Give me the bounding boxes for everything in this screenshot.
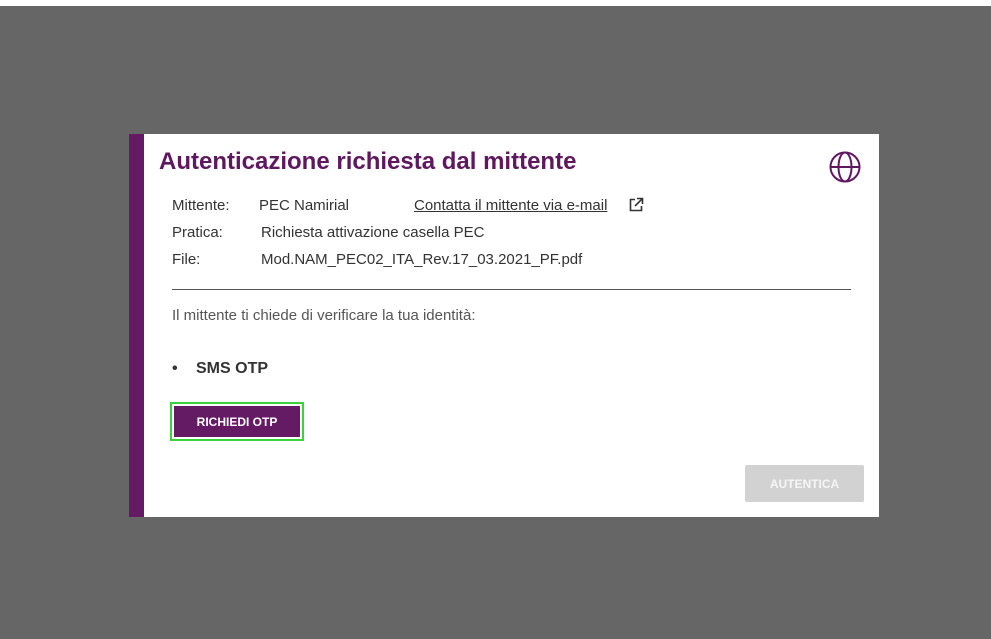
request-otp-button[interactable]: RICHIEDI OTP — [170, 402, 304, 441]
file-value: Mod.NAM_PEC02_ITA_Rev.17_03.2021_PF.pdf — [261, 251, 583, 268]
contact-sender-link[interactable]: Contatta il mittente via e-mail — [414, 197, 607, 214]
globe-icon[interactable] — [828, 150, 862, 184]
authentication-dialog: Autenticazione richiesta dal mittente Mi… — [129, 134, 879, 517]
sender-value: PEC Namirial — [259, 197, 350, 214]
sender-label: Mittente: — [172, 197, 230, 214]
external-link-icon[interactable] — [628, 197, 644, 213]
dialog-accent-bar — [129, 134, 144, 517]
practice-value: Richiesta attivazione casella PEC — [261, 224, 485, 241]
bullet: • — [172, 360, 178, 377]
request-otp-label: RICHIEDI OTP — [174, 406, 300, 437]
verification-prompt: Il mittente ti chiede di verificare la t… — [172, 307, 476, 324]
practice-label: Pratica: — [172, 224, 223, 241]
auth-method-item: • SMS OTP — [172, 360, 268, 378]
divider — [172, 289, 851, 290]
dialog-title: Autenticazione richiesta dal mittente — [159, 148, 577, 175]
file-label: File: — [172, 251, 201, 268]
authenticate-button[interactable]: AUTENTICA — [745, 465, 864, 502]
auth-method-label: SMS OTP — [196, 360, 269, 377]
